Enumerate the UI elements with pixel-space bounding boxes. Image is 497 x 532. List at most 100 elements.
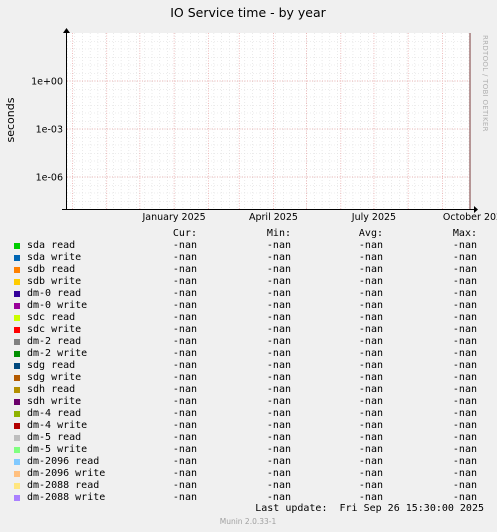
legend-value-max: -nan <box>452 252 477 263</box>
legend-row: dm-4 write -nan -nan -nan -nan <box>0 420 497 432</box>
y-tick-label: 1e-03 <box>36 125 63 136</box>
legend-value-cur: -nan <box>172 468 197 479</box>
legend-swatch <box>14 303 20 309</box>
legend-value-avg: -nan <box>358 468 383 479</box>
legend-value-avg: -nan <box>358 444 383 455</box>
legend-swatch <box>14 423 20 429</box>
legend-value-min: -nan <box>266 300 291 311</box>
legend-value-avg: -nan <box>358 432 383 443</box>
legend-series-name: dm-4 write <box>27 420 88 431</box>
legend-swatch <box>14 375 20 381</box>
legend-value-min: -nan <box>266 360 291 371</box>
legend-row: dm-0 write -nan -nan -nan -nan <box>0 300 497 312</box>
legend-row: sdh write -nan -nan -nan -nan <box>0 396 497 408</box>
legend-value-cur: -nan <box>172 336 197 347</box>
legend-series-name: sdb read <box>27 264 76 275</box>
legend-series-name: dm-5 read <box>27 432 82 443</box>
legend-row: sdb write -nan -nan -nan -nan <box>0 276 497 288</box>
legend-value-cur: -nan <box>172 420 197 431</box>
legend-value-cur: -nan <box>172 444 197 455</box>
legend-row: dm-2088 read -nan -nan -nan -nan <box>0 480 497 492</box>
legend-series-name: sda write <box>27 252 82 263</box>
legend-series-name: dm-2088 write <box>27 492 106 503</box>
legend-value-avg: -nan <box>358 324 383 335</box>
legend-value-cur: -nan <box>172 384 197 395</box>
legend-swatch <box>14 255 20 261</box>
legend-series-name: sdh read <box>27 384 76 395</box>
y-tick-labels: 1e+00 1e-03 1e-06 <box>31 77 63 184</box>
legend-value-max: -nan <box>452 384 477 395</box>
rrdtool-watermark: RRDTOOL / TOBI OETIKER <box>481 35 489 132</box>
legend-series-name: sda read <box>27 240 76 251</box>
legend-swatch <box>14 387 20 393</box>
legend-series-name: dm-2 read <box>27 336 82 347</box>
legend-value-min: -nan <box>266 396 291 407</box>
legend-series-name: dm-2096 read <box>27 456 100 467</box>
legend-value-cur: -nan <box>172 288 197 299</box>
legend-value-min: -nan <box>266 408 291 419</box>
legend-value-cur: -nan <box>172 276 197 287</box>
x-tick-label: July 2025 <box>351 212 396 223</box>
legend-row: sda write -nan -nan -nan -nan <box>0 252 497 264</box>
legend-row: sdc write -nan -nan -nan -nan <box>0 324 497 336</box>
legend-row: dm-2 write -nan -nan -nan -nan <box>0 348 497 360</box>
legend-value-avg: -nan <box>358 276 383 287</box>
legend-value-avg: -nan <box>358 336 383 347</box>
x-tick-labels: January 2025 April 2025 July 2025 October 2… <box>141 212 497 223</box>
legend-row: sdb read -nan -nan -nan -nan <box>0 264 497 276</box>
legend-value-cur: -nan <box>172 252 197 263</box>
legend-value-min: -nan <box>266 312 291 323</box>
x-tick-label: October 2025 <box>443 212 497 223</box>
legend-value-cur: -nan <box>172 492 197 503</box>
legend-value-max: -nan <box>452 312 477 323</box>
legend-value-avg: -nan <box>358 396 383 407</box>
col-header-max: Max: <box>452 228 477 239</box>
legend-series-name: sdc read <box>27 312 76 323</box>
legend-value-max: -nan <box>452 444 477 455</box>
legend-value-cur: -nan <box>172 360 197 371</box>
legend-row: sda read -nan -nan -nan -nan <box>0 240 497 252</box>
legend-series-name: dm-0 write <box>27 300 88 311</box>
legend-value-avg: -nan <box>358 300 383 311</box>
legend-value-min: -nan <box>266 276 291 287</box>
legend-value-max: -nan <box>452 408 477 419</box>
legend-value-max: -nan <box>452 480 477 491</box>
legend-value-cur: -nan <box>172 480 197 491</box>
y-axis-label: seconds <box>4 97 17 142</box>
legend-swatch <box>14 243 20 249</box>
legend-swatch <box>14 459 20 465</box>
legend-value-avg: -nan <box>358 456 383 467</box>
legend-value-min: -nan <box>266 240 291 251</box>
legend-rows: sda read -nan -nan -nan -nan sda write -nan -na… <box>0 240 497 504</box>
chart-title: IO Service time - by year <box>170 5 326 20</box>
legend-value-max: -nan <box>452 240 477 251</box>
legend-value-max: -nan <box>452 264 477 275</box>
legend-value-max: -nan <box>452 276 477 287</box>
legend-swatch <box>14 447 20 453</box>
legend-value-min: -nan <box>266 264 291 275</box>
legend-value-avg: -nan <box>358 240 383 251</box>
legend-value-max: -nan <box>452 336 477 347</box>
legend-value-max: -nan <box>452 360 477 371</box>
legend-series-name: dm-2096 write <box>27 468 106 479</box>
legend-swatch <box>14 279 20 285</box>
legend-series-name: dm-5 write <box>27 444 88 455</box>
legend-swatch <box>14 495 20 501</box>
legend-swatch <box>14 351 20 357</box>
legend-value-avg: -nan <box>358 312 383 323</box>
legend-row: sdg read -nan -nan -nan -nan <box>0 360 497 372</box>
legend-value-avg: -nan <box>358 348 383 359</box>
legend-value-cur: -nan <box>172 300 197 311</box>
legend-value-min: -nan <box>266 324 291 335</box>
legend-row: dm-5 read -nan -nan -nan -nan <box>0 432 497 444</box>
legend-value-max: -nan <box>452 300 477 311</box>
legend-row: dm-0 read -nan -nan -nan -nan <box>0 288 497 300</box>
legend-series-name: sdh write <box>27 396 82 407</box>
y-tick-label: 1e-06 <box>36 173 63 184</box>
legend-value-min: -nan <box>266 432 291 443</box>
legend-value-avg: -nan <box>358 384 383 395</box>
col-header-cur: Cur: <box>172 228 197 239</box>
legend-row: dm-4 read -nan -nan -nan -nan <box>0 408 497 420</box>
legend-series-name: dm-2088 read <box>27 480 100 491</box>
legend-row: dm-5 write -nan -nan -nan -nan <box>0 444 497 456</box>
